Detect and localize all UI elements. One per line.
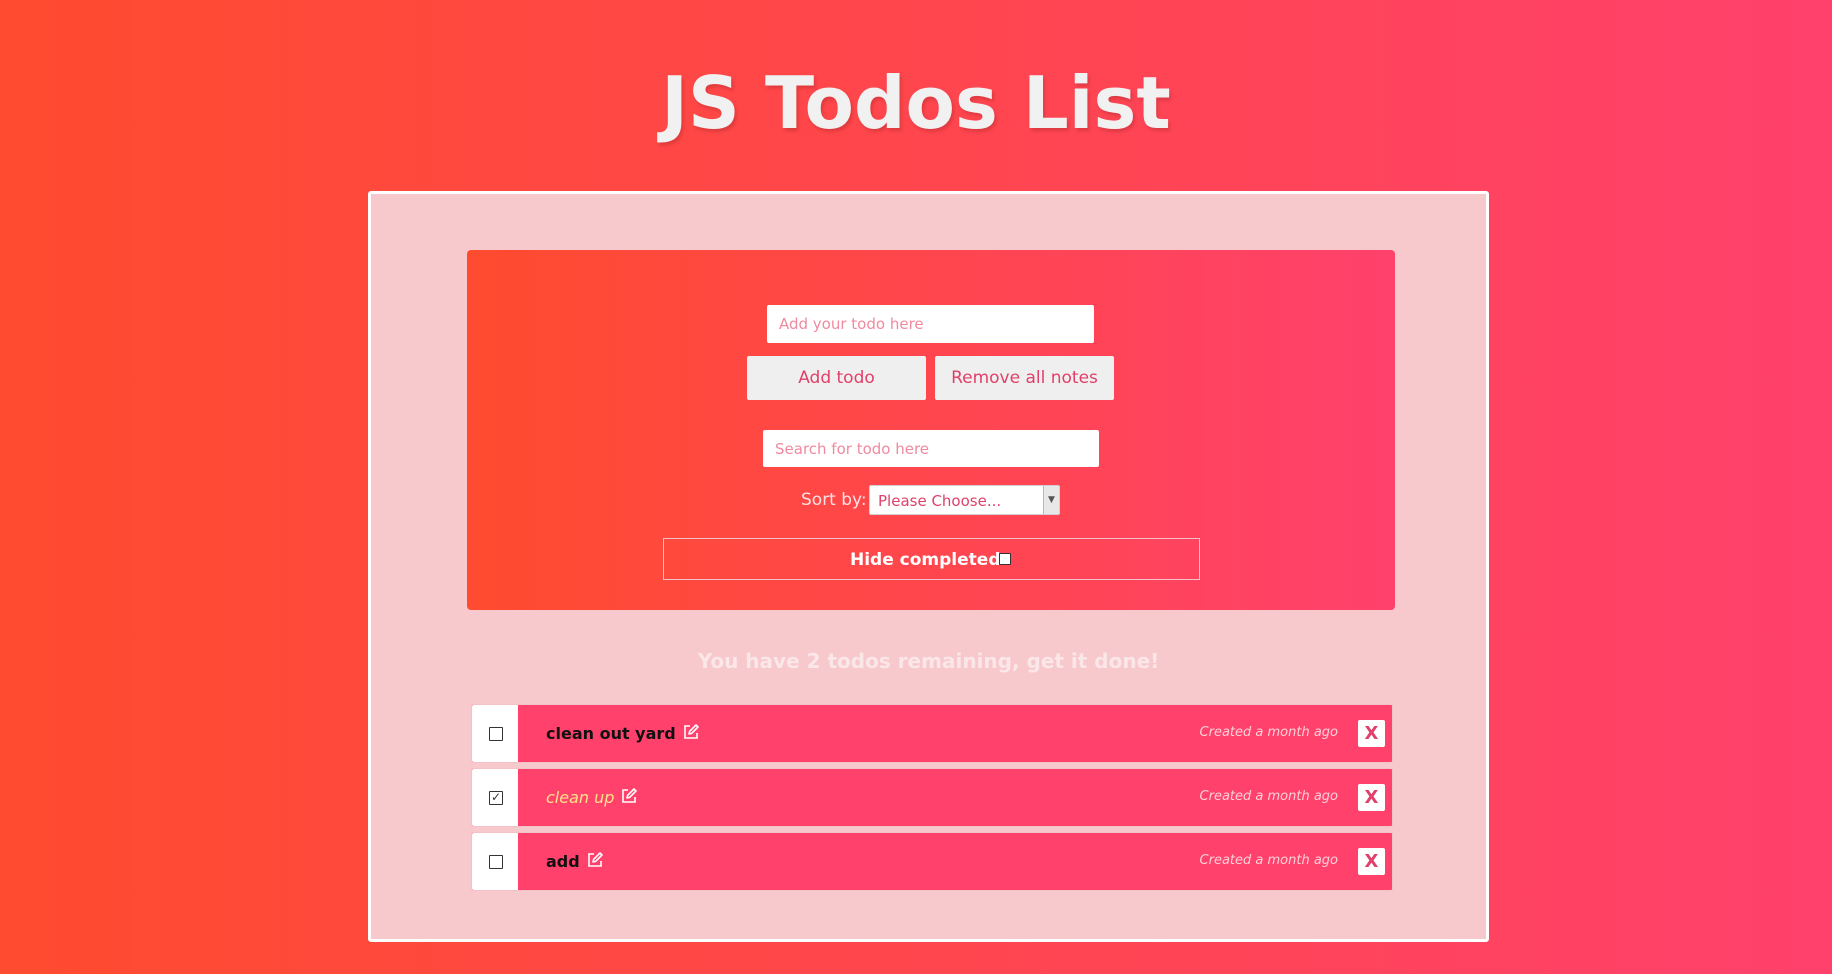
delete-todo-button[interactable]: X bbox=[1358, 784, 1385, 811]
hide-completed-checkbox[interactable] bbox=[999, 553, 1011, 565]
todo-text: add bbox=[546, 851, 604, 871]
todo-check-cell bbox=[472, 833, 518, 890]
edit-icon[interactable] bbox=[620, 787, 638, 805]
todo-check-cell bbox=[472, 705, 518, 762]
chevron-down-icon[interactable]: ▼ bbox=[1043, 486, 1059, 514]
edit-icon[interactable] bbox=[586, 851, 604, 869]
remove-all-button[interactable]: Remove all notes bbox=[935, 356, 1114, 400]
sort-select-value: Please Choose... bbox=[878, 492, 1002, 510]
todo-item: ✓ clean up Created a month ago X bbox=[471, 768, 1393, 827]
todo-checkbox[interactable] bbox=[489, 855, 503, 869]
control-panel: Add todo Remove all notes Sort by: Pleas… bbox=[467, 250, 1395, 610]
sort-select[interactable]: Please Choose... ▼ bbox=[869, 485, 1060, 515]
todo-text-label: clean out yard bbox=[546, 724, 676, 743]
todo-checkbox-checked[interactable]: ✓ bbox=[489, 791, 503, 805]
todo-input[interactable] bbox=[767, 305, 1094, 343]
page-title: JS Todos List bbox=[661, 61, 1171, 145]
main-container: Add todo Remove all notes Sort by: Pleas… bbox=[368, 191, 1489, 942]
todo-text: clean out yard bbox=[546, 723, 700, 743]
search-input[interactable] bbox=[763, 430, 1099, 467]
todo-item: add Created a month ago X bbox=[471, 832, 1393, 891]
todo-text-label: clean up bbox=[546, 788, 615, 807]
delete-todo-button[interactable]: X bbox=[1358, 720, 1385, 747]
todo-check-cell: ✓ bbox=[472, 769, 518, 826]
todo-checkbox[interactable] bbox=[489, 727, 503, 741]
todo-text-label: add bbox=[546, 852, 580, 871]
hide-completed-label: Hide completed: bbox=[850, 550, 1008, 570]
edit-icon[interactable] bbox=[682, 723, 700, 741]
todo-item: clean out yard Created a month ago X bbox=[471, 704, 1393, 763]
todos-summary: You have 2 todos remaining, get it done! bbox=[697, 649, 1160, 673]
sort-label: Sort by: bbox=[801, 490, 867, 510]
todo-text: clean up bbox=[546, 787, 638, 807]
sort-row: Sort by: Please Choose... ▼ bbox=[467, 485, 1395, 515]
todo-list: clean out yard Created a month ago X ✓ c… bbox=[471, 704, 1393, 896]
hide-completed-box: Hide completed: bbox=[663, 538, 1200, 580]
todo-created: Created a month ago bbox=[1199, 789, 1338, 804]
delete-todo-button[interactable]: X bbox=[1358, 848, 1385, 875]
todo-created: Created a month ago bbox=[1199, 853, 1338, 868]
add-todo-button[interactable]: Add todo bbox=[747, 356, 926, 400]
todo-created: Created a month ago bbox=[1199, 725, 1338, 740]
